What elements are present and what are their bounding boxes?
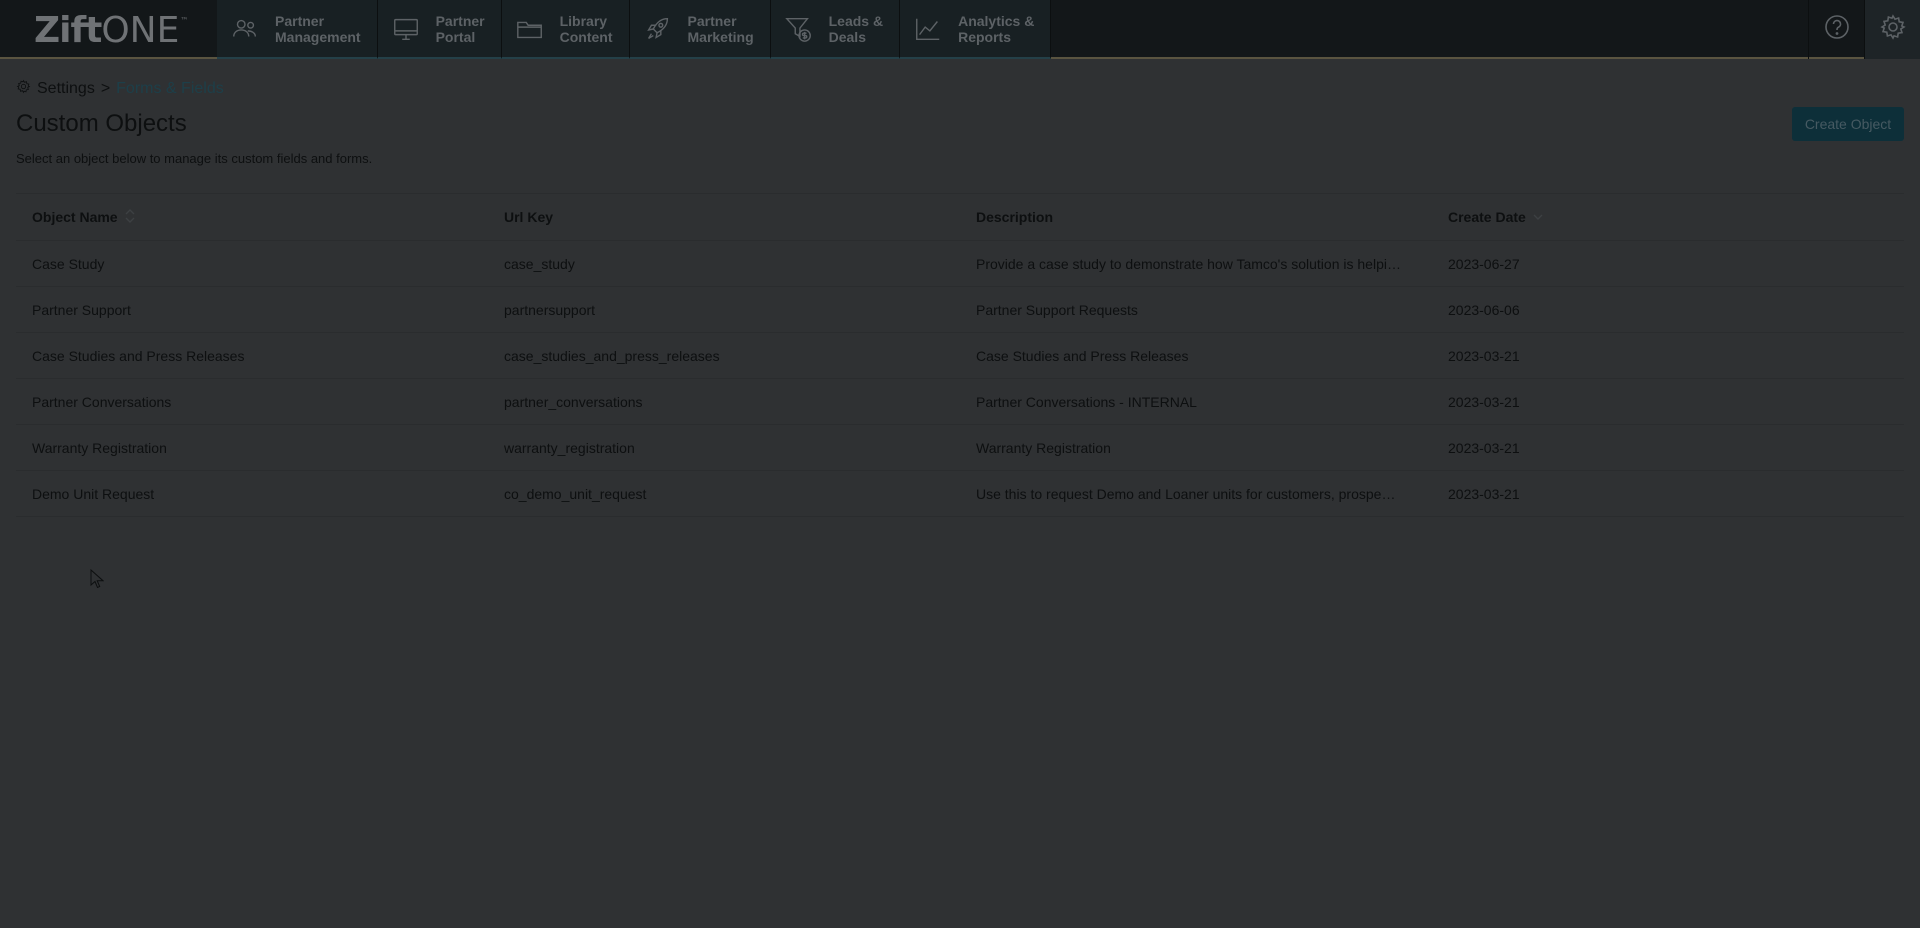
- nav-tab-library-content[interactable]: Library Content: [501, 0, 630, 59]
- nav-tab-analytics-reports[interactable]: Analytics & Reports: [900, 0, 1052, 59]
- cell-url-key: warranty_registration: [504, 439, 635, 456]
- create-object-button[interactable]: Create Object: [1792, 107, 1904, 141]
- sort-down-icon: [1526, 209, 1544, 225]
- main-nav-tabs: Partner Management Partner Portal Librar…: [217, 0, 1052, 59]
- cell-url-key: co_demo_unit_request: [504, 485, 647, 502]
- cell-description: Warranty Registration: [960, 440, 1432, 456]
- table-header: Object Name Url Key Description Create D…: [16, 193, 1904, 241]
- cell-description: Partner Support Requests: [960, 302, 1432, 318]
- nav-utility-buttons: [1808, 0, 1920, 59]
- breadcrumb: Settings > Forms & Fields: [16, 79, 224, 99]
- page-title: Custom Objects: [16, 110, 187, 137]
- ziftone-logo[interactable]: Zift ONE ™: [34, 10, 188, 51]
- breadcrumb-separator: >: [100, 80, 111, 97]
- cell-create-date: 2023-06-06: [1448, 301, 1520, 318]
- cell-url-key: partnersupport: [504, 301, 596, 318]
- nav-tab-leads-deals[interactable]: Leads & Deals: [770, 0, 901, 59]
- breadcrumb-root[interactable]: Settings: [37, 80, 95, 98]
- breadcrumb-current[interactable]: Forms & Fields: [116, 80, 224, 98]
- folder-icon: [514, 13, 546, 45]
- nav-tab-label: Analytics & Reports: [958, 12, 1035, 45]
- monitor-icon: [390, 13, 422, 45]
- help-icon: [1823, 13, 1851, 46]
- table-row[interactable]: Demo Unit Request co_demo_unit_request U…: [16, 471, 1904, 517]
- cell-description-text: Use this to request Demo and Loaner unit…: [976, 485, 1402, 502]
- cell-object-name: Case Study: [32, 255, 105, 272]
- cell-create-date: 2023-06-27: [1448, 255, 1520, 272]
- gear-icon: [1879, 13, 1907, 46]
- cell-description-text: Partner Conversations - INTERNAL: [976, 393, 1197, 410]
- column-header-label: Object Name: [32, 209, 118, 225]
- cell-object-name: Demo Unit Request: [32, 485, 155, 502]
- help-button[interactable]: [1808, 0, 1864, 59]
- nav-tab-label: Partner Management: [275, 12, 361, 45]
- line-chart-icon: [912, 13, 944, 45]
- cell-object-name: Partner Conversations: [32, 393, 172, 410]
- cell-description-text: Warranty Registration: [976, 439, 1111, 456]
- custom-objects-table: Object Name Url Key Description Create D…: [16, 193, 1904, 517]
- page-subtitle: Select an object below to manage its cus…: [16, 151, 373, 166]
- table-row[interactable]: Case Studies and Press Releases case_stu…: [16, 333, 1904, 379]
- top-navigation: Zift ONE ™ Partner Management Partner Po…: [0, 0, 1920, 59]
- table-row[interactable]: Partner Support partnersupport Partner S…: [16, 287, 1904, 333]
- cell-object-name: Warranty Registration: [32, 439, 167, 456]
- cell-description-text: Case Studies and Press Releases: [976, 347, 1189, 364]
- settings-small-gear-icon: [16, 79, 37, 99]
- nav-tab-label: Partner Marketing: [687, 12, 754, 45]
- cell-description-text: Provide a case study to demonstrate how …: [976, 255, 1402, 272]
- cell-description: Partner Conversations - INTERNAL: [960, 394, 1432, 410]
- logo-trademark: ™: [180, 16, 188, 25]
- funnel-dollar-icon: [783, 13, 815, 45]
- cell-object-name: Case Studies and Press Releases: [32, 347, 245, 364]
- cell-description: Case Studies and Press Releases: [960, 348, 1432, 364]
- table-row[interactable]: Partner Conversations partner_conversati…: [16, 379, 1904, 425]
- column-header-description: Description: [960, 209, 1432, 225]
- cell-create-date: 2023-03-21: [1448, 393, 1520, 410]
- cell-create-date: 2023-03-21: [1448, 485, 1520, 502]
- column-header-label: Url Key: [504, 209, 554, 225]
- mouse-pointer-icon: [90, 568, 105, 594]
- settings-button[interactable]: [1864, 0, 1920, 59]
- cell-create-date: 2023-03-21: [1448, 439, 1520, 456]
- nav-tab-partner-management[interactable]: Partner Management: [217, 0, 378, 59]
- nav-tab-partner-marketing[interactable]: Partner Marketing: [629, 0, 771, 59]
- logo-text-light: ONE: [101, 10, 180, 51]
- table-row[interactable]: Case Study case_study Provide a case stu…: [16, 241, 1904, 287]
- users-icon: [229, 13, 261, 45]
- rocket-icon: [642, 13, 674, 45]
- sort-both-icon: [118, 208, 136, 227]
- column-header-url-key: Url Key: [488, 209, 960, 225]
- cell-description: Provide a case study to demonstrate how …: [960, 256, 1432, 272]
- cell-url-key: case_study: [504, 255, 575, 272]
- logo-text-bold: Zift: [34, 10, 102, 51]
- cell-object-name: Partner Support: [32, 301, 131, 318]
- nav-tab-label: Library Content: [559, 12, 613, 45]
- table-row[interactable]: Warranty Registration warranty_registrat…: [16, 425, 1904, 471]
- nav-tab-label: Leads & Deals: [828, 12, 884, 45]
- column-header-label: Description: [976, 209, 1054, 225]
- nav-tab-partner-portal[interactable]: Partner Portal: [377, 0, 502, 59]
- column-header-create-date[interactable]: Create Date: [1432, 209, 1904, 225]
- cell-description: Use this to request Demo and Loaner unit…: [960, 486, 1432, 502]
- nav-tab-label: Partner Portal: [435, 12, 485, 45]
- column-header-label: Create Date: [1448, 209, 1526, 225]
- cell-url-key: case_studies_and_press_releases: [504, 347, 720, 364]
- cell-description-text: Partner Support Requests: [976, 301, 1138, 318]
- cell-url-key: partner_conversations: [504, 393, 643, 410]
- cell-create-date: 2023-03-21: [1448, 347, 1520, 364]
- column-header-object-name[interactable]: Object Name: [16, 208, 488, 227]
